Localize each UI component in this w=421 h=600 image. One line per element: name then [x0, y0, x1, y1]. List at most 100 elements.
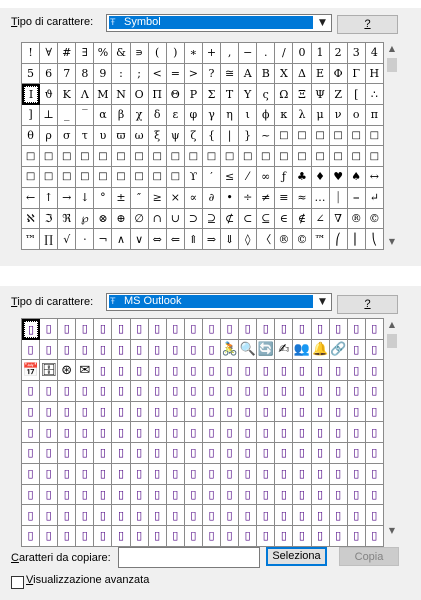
- character-cell[interactable]: ▯: [275, 484, 294, 506]
- character-cell[interactable]: Κ: [58, 84, 77, 106]
- character-cell[interactable]: □: [202, 146, 222, 168]
- character-cell[interactable]: ⇑: [184, 229, 203, 250]
- character-cell[interactable]: ⋅: [76, 229, 95, 250]
- character-cell[interactable]: ≅: [221, 63, 240, 85]
- character-cell[interactable]: φ: [184, 105, 203, 126]
- character-cell[interactable]: 🔔: [311, 339, 330, 361]
- character-cell[interactable]: {: [202, 125, 222, 147]
- character-cell[interactable]: ⏐: [329, 187, 348, 209]
- character-cell[interactable]: □: [184, 146, 203, 168]
- character-cell[interactable]: ▯: [347, 339, 366, 361]
- character-cell[interactable]: ▯: [311, 401, 330, 423]
- character-cell[interactable]: ◊: [239, 229, 258, 250]
- character-cell[interactable]: ▯: [40, 443, 59, 464]
- character-cell[interactable]: 🔍: [239, 339, 258, 361]
- character-cell[interactable]: ▯: [311, 360, 330, 382]
- character-cell[interactable]: >: [184, 63, 203, 85]
- character-cell[interactable]: ↵: [365, 187, 384, 209]
- character-cell[interactable]: □: [40, 167, 59, 188]
- character-cell[interactable]: □: [347, 146, 366, 168]
- character-cell[interactable]: ▯: [275, 463, 294, 485]
- character-cell[interactable]: 📅: [22, 360, 41, 382]
- character-cell[interactable]: ▯: [94, 505, 113, 526]
- character-cell[interactable]: ,: [221, 43, 240, 64]
- character-cell[interactable]: ▯: [184, 381, 203, 402]
- character-cell[interactable]: ⊗: [94, 208, 113, 230]
- character-cell[interactable]: ▯: [94, 381, 113, 402]
- character-cell[interactable]: ≡: [275, 187, 294, 209]
- character-cell[interactable]: ∪: [166, 208, 185, 230]
- character-cell[interactable]: □: [22, 167, 41, 188]
- character-cell[interactable]: ↑: [40, 187, 59, 209]
- character-cell[interactable]: °: [94, 187, 113, 209]
- character-cell[interactable]: ⊇: [202, 208, 222, 230]
- character-cell[interactable]: ▯: [311, 319, 330, 340]
- character-cell[interactable]: ▯: [166, 525, 185, 547]
- character-cell[interactable]: ▯: [293, 381, 312, 402]
- character-cell[interactable]: ▯: [347, 319, 366, 340]
- character-cell[interactable]: ∉: [293, 208, 312, 230]
- character-cell[interactable]: ▯: [94, 484, 113, 506]
- character-cell[interactable]: □: [148, 167, 167, 188]
- character-cell[interactable]: □: [76, 167, 95, 188]
- character-cell[interactable]: ▯: [365, 381, 384, 402]
- character-cell[interactable]: ±: [112, 187, 131, 209]
- character-cell[interactable]: ▯: [311, 525, 330, 547]
- character-cell[interactable]: ▯: [130, 525, 149, 547]
- scrollbar-thumb[interactable]: [387, 334, 397, 348]
- character-cell[interactable]: Ξ: [293, 84, 312, 106]
- character-cell[interactable]: ▯: [311, 443, 330, 464]
- character-cell[interactable]: ▯: [58, 422, 77, 444]
- character-cell[interactable]: _: [58, 105, 77, 126]
- character-cell[interactable]: ⊕: [112, 208, 131, 230]
- character-cell[interactable]: ▯: [221, 443, 240, 464]
- character-cell[interactable]: ♦: [311, 167, 330, 188]
- character-cell[interactable]: Α: [239, 63, 258, 85]
- character-cell[interactable]: ∈: [275, 208, 294, 230]
- character-cell[interactable]: ▯: [329, 319, 348, 340]
- character-cell[interactable]: ρ: [40, 125, 59, 147]
- character-cell[interactable]: ▯: [257, 360, 276, 382]
- character-cell[interactable]: ▯: [239, 401, 258, 423]
- character-cell[interactable]: ▯: [112, 422, 131, 444]
- character-cell[interactable]: ∩: [148, 208, 167, 230]
- character-cell[interactable]: ▯: [148, 381, 167, 402]
- character-cell[interactable]: ▯: [112, 319, 131, 340]
- character-cell[interactable]: ▯: [58, 525, 77, 547]
- character-cell[interactable]: ⎝: [365, 229, 384, 250]
- character-cell[interactable]: ▯: [40, 381, 59, 402]
- character-cell[interactable]: ▯: [202, 360, 222, 382]
- character-cell[interactable]: ▯: [202, 339, 222, 361]
- character-cell[interactable]: 7: [58, 63, 77, 85]
- character-cell[interactable]: ▯: [112, 381, 131, 402]
- character-cell[interactable]: ▯: [329, 525, 348, 547]
- character-cell[interactable]: ▯: [257, 319, 276, 340]
- character-cell[interactable]: ▯: [365, 443, 384, 464]
- character-cell[interactable]: #: [58, 43, 77, 64]
- character-cell[interactable]: □: [329, 146, 348, 168]
- character-cell[interactable]: □: [221, 146, 240, 168]
- character-cell[interactable]: ÷: [239, 187, 258, 209]
- character-cell[interactable]: ∨: [130, 229, 149, 250]
- character-cell[interactable]: ▯: [257, 401, 276, 423]
- character-cell[interactable]: ▯: [311, 463, 330, 485]
- character-cell[interactable]: ▯: [275, 505, 294, 526]
- character-cell[interactable]: ↓: [76, 187, 95, 209]
- character-cell[interactable]: ▯: [347, 401, 366, 423]
- character-cell[interactable]: ▯: [221, 525, 240, 547]
- character-cell[interactable]: ~: [257, 125, 276, 147]
- character-cell[interactable]: ⊥: [40, 105, 59, 126]
- character-cell[interactable]: ▯: [184, 422, 203, 444]
- character-cell[interactable]: ▯: [184, 525, 203, 547]
- character-cell[interactable]: ▯: [365, 319, 384, 340]
- character-cell[interactable]: ▯: [239, 422, 258, 444]
- character-cell[interactable]: ▯: [293, 484, 312, 506]
- character-cell[interactable]: ℘: [76, 208, 95, 230]
- character-cell[interactable]: ▯: [166, 443, 185, 464]
- character-cell[interactable]: ]: [22, 105, 41, 126]
- character-cell[interactable]: ▯: [148, 484, 167, 506]
- character-cell[interactable]: ▯: [76, 422, 95, 444]
- character-cell[interactable]: ▯: [184, 463, 203, 485]
- character-cell[interactable]: □: [112, 167, 131, 188]
- character-cell[interactable]: ‾: [76, 105, 95, 126]
